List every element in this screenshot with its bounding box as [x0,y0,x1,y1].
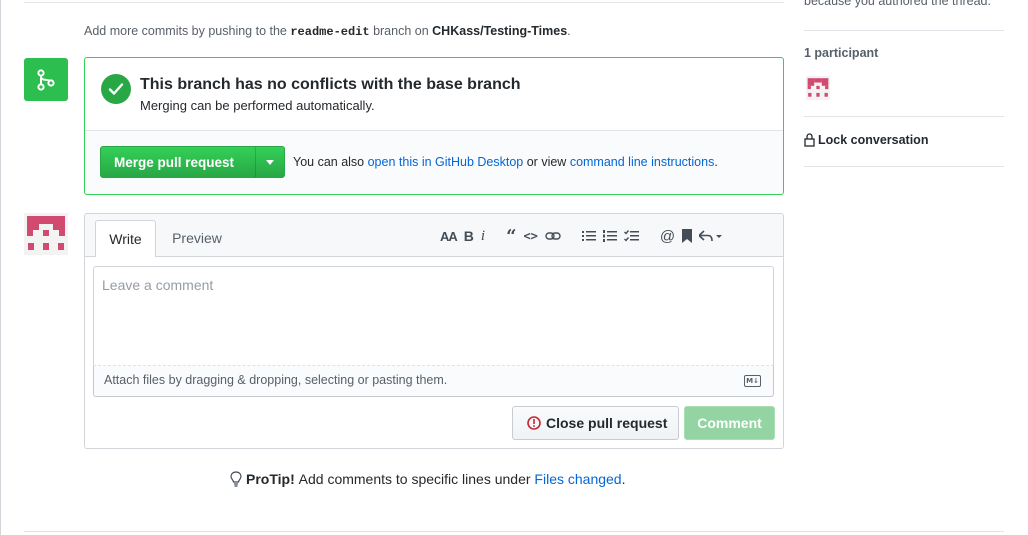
merge-status-subtitle: Merging can be performed automatically. [140,98,375,113]
merge-alternatives: You can also open this in GitHub Desktop… [293,155,718,169]
branch-name: readme-edit [290,25,370,39]
bold-icon[interactable]: B [464,227,474,245]
italic-icon[interactable]: i [481,227,485,245]
quote-icon[interactable]: “ [506,226,516,247]
unordered-list-icon[interactable] [581,227,596,245]
task-list-icon[interactable] [623,227,639,245]
lock-conversation-link[interactable]: Lock conversation [804,133,928,147]
protip-text: Add comments to specific lines under [298,471,531,487]
protip-label: ProTip! [246,471,295,487]
participant-avatar[interactable] [806,76,830,100]
markdown-toolbar: AA B i “ <> @ [440,226,730,247]
avatar[interactable] [24,213,68,255]
mention-icon[interactable]: @ [660,227,675,245]
lock-icon [804,133,815,147]
merge-options-dropdown[interactable] [255,147,284,177]
open-github-desktop-link[interactable]: open this in GitHub Desktop [368,155,524,169]
push-note-prefix: Add more commits by pushing to the [84,24,287,38]
divider [24,531,1004,532]
pr-closed-icon [527,416,541,430]
comment-tabs-header: Write Preview AA B i “ <> @ [85,214,783,257]
merge-actions: Merge pull request You can also open thi… [85,131,783,194]
protip-suffix: . [621,471,626,487]
link-icon[interactable] [545,227,561,245]
caret-down-icon [266,159,275,165]
tab-preview[interactable]: Preview [161,220,233,256]
comment-textarea[interactable]: Leave a comment [93,266,774,366]
repo-name: CHKass/Testing-Times [432,24,568,38]
merge-pull-request-button[interactable]: Merge pull request [100,146,285,178]
git-merge-icon [24,58,68,101]
comment-button[interactable]: Comment [684,406,775,440]
comment-form: Write Preview AA B i “ <> @ Leave a comm… [84,213,784,449]
close-pull-request-button[interactable]: Close pull request [512,406,679,440]
check-icon [101,74,131,104]
sidebar-divider [804,30,1004,31]
tab-write[interactable]: Write [95,220,156,257]
command-line-instructions-link[interactable]: command line instructions [570,155,715,169]
lock-conversation-label: Lock conversation [818,133,929,147]
file-attach-area[interactable]: Attach files by dragging & dropping, sel… [93,366,774,397]
push-note: Add more commits by pushing to the readm… [84,24,571,39]
divider [24,2,784,3]
push-note-suffix: . [567,24,571,38]
sidebar-divider [804,166,1004,167]
also-prefix: You can also [293,155,365,169]
merge-status-box: This branch has no conflicts with the ba… [84,57,784,195]
files-changed-link[interactable]: Files changed [534,471,621,487]
participants-count: 1 participant [804,46,879,60]
merge-status-header: This branch has no conflicts with the ba… [85,58,783,131]
light-bulb-icon [230,471,242,487]
ordered-list-icon[interactable] [602,227,617,245]
attach-text: Attach files by dragging & dropping, sel… [104,373,448,387]
code-icon[interactable]: <> [523,227,537,245]
protip: ProTip! Add comments to specific lines u… [230,471,625,487]
also-middle: or view [526,155,567,169]
merge-status-title: This branch has no conflicts with the ba… [140,76,521,93]
push-note-middle: branch on [373,24,429,38]
bookmark-icon[interactable] [682,227,693,245]
page-edge [0,0,1,535]
close-button-label: Close pull request [546,415,668,431]
notification-reason: because you authored the thread. [804,0,991,8]
reply-icon[interactable] [699,227,723,245]
sidebar-divider [804,116,1004,117]
merge-button-label: Merge pull request [114,154,235,170]
text-size-icon[interactable]: AA [440,227,458,245]
markdown-icon[interactable]: M↓ [744,375,761,387]
also-suffix: . [714,155,718,169]
